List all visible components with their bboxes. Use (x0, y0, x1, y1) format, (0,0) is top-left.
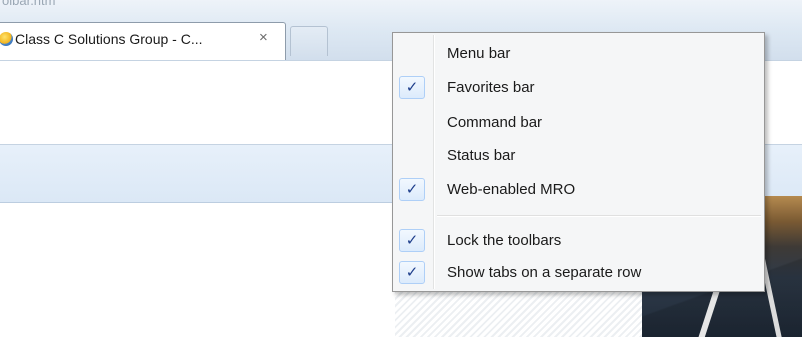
menu-item-menu-bar[interactable]: Menu bar (395, 39, 762, 67)
window-title: olbar.htm (2, 0, 56, 8)
new-tab-button[interactable] (290, 26, 328, 56)
menu-separator (437, 215, 761, 217)
ie-globe-icon (0, 32, 13, 46)
menu-item-label: Menu bar (447, 45, 511, 62)
menu-item-label: Status bar (447, 147, 516, 164)
menu-item-show-tabs-separate-row[interactable]: ✓ Show tabs on a separate row (395, 258, 762, 286)
checkmark-icon: ✓ (399, 76, 425, 99)
checkmark-icon: ✓ (399, 178, 425, 201)
close-icon[interactable]: × (259, 29, 268, 46)
browser-tab[interactable]: Class C Solutions Group - C... × (0, 22, 286, 60)
checkmark-icon: ✓ (399, 229, 425, 252)
menu-item-status-bar[interactable]: Status bar (395, 141, 762, 169)
menu-item-label: Favorites bar (447, 79, 535, 96)
menu-item-lock-toolbars[interactable]: ✓ Lock the toolbars (395, 226, 762, 254)
menu-item-command-bar[interactable]: Command bar (395, 108, 762, 136)
tab-title: Class C Solutions Group - C... (15, 31, 203, 47)
menu-item-label: Lock the toolbars (447, 232, 562, 249)
menu-item-web-enabled-mro[interactable]: ✓ Web-enabled MRO (395, 175, 762, 203)
menu-item-label: Command bar (447, 114, 543, 131)
toolbar-context-menu: Menu bar ✓ Favorites bar Command bar Sta… (392, 32, 765, 292)
menu-item-favorites-bar[interactable]: ✓ Favorites bar (395, 73, 762, 101)
menu-item-label: Show tabs on a separate row (447, 264, 642, 281)
menu-item-label: Web-enabled MRO (447, 181, 576, 198)
checkmark-icon: ✓ (399, 261, 425, 284)
